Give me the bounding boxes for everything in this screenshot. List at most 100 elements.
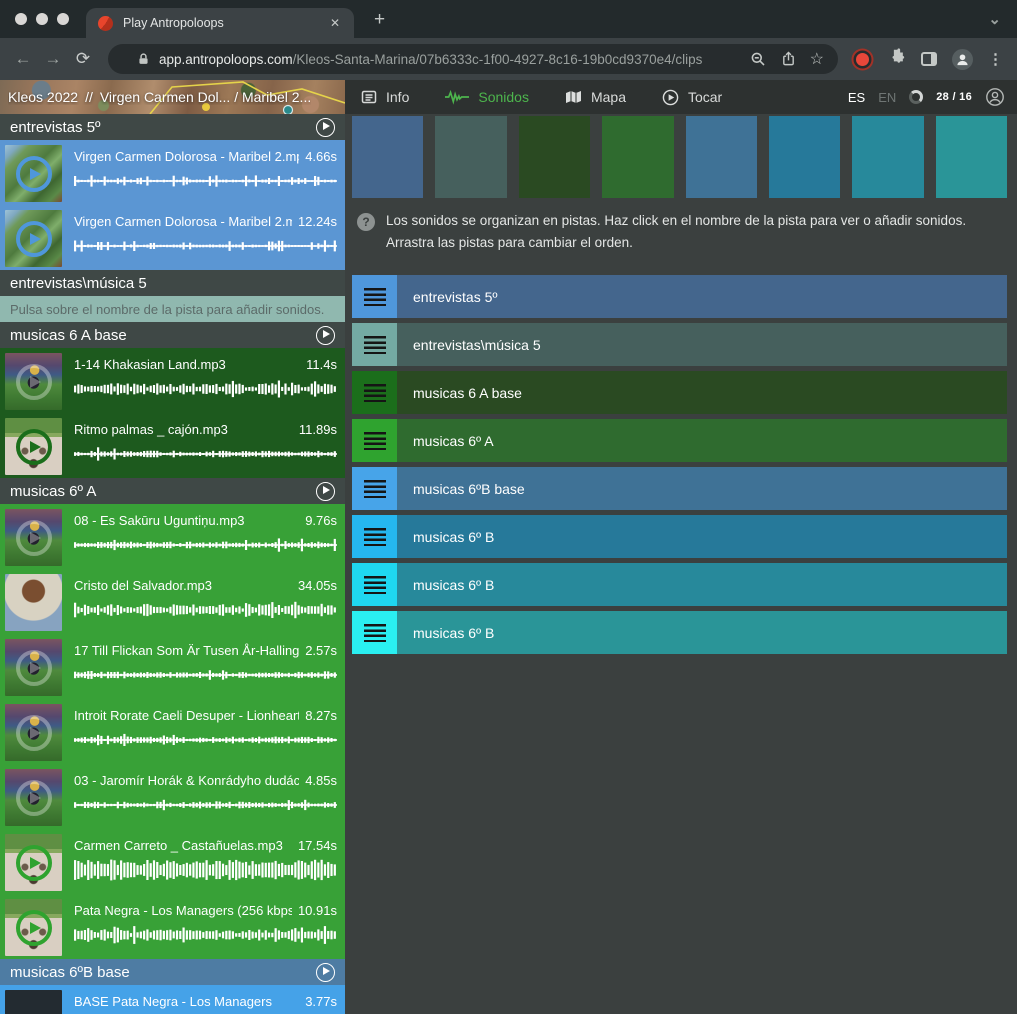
clip[interactable]: 03 - Jaromír Horák & Konrádyho dudácká .… — [0, 764, 345, 829]
info-list-icon — [361, 89, 377, 105]
bookmark-star-icon[interactable]: ☆ — [810, 49, 824, 69]
breadcrumb[interactable]: Kleos 2022 // Virgen Carmen Dol... / Mar… — [0, 80, 345, 114]
clip[interactable]: Pata Negra - Los Managers (256 kbps).mp3… — [0, 894, 345, 959]
track-color-swatch[interactable] — [519, 116, 590, 198]
clip[interactable]: BASE Pata Negra - Los Managers3.77s — [0, 985, 345, 1014]
nav-tab-info[interactable]: Info — [361, 89, 409, 105]
clip[interactable]: Introit Rorate Caeli Desuper - Lionheart… — [0, 699, 345, 764]
track-drag-handle[interactable] — [352, 371, 397, 414]
reload-button[interactable]: ⟳ — [68, 49, 98, 69]
track-row-name[interactable]: musicas 6 A base — [397, 371, 1007, 414]
track-row-name[interactable]: musicas 6º B — [397, 515, 1007, 558]
clip-play-overlay[interactable] — [5, 899, 62, 956]
track-header[interactable]: musicas 6º A — [0, 478, 345, 504]
track-play-button[interactable] — [316, 963, 335, 982]
clip-play-overlay[interactable] — [5, 353, 62, 410]
breadcrumb-path[interactable]: Virgen Carmen Dol... / Maribel 2... — [100, 89, 311, 105]
breadcrumb-project[interactable]: Kleos 2022 — [8, 89, 78, 105]
window-zoom-button[interactable] — [57, 13, 69, 25]
track-row[interactable]: musicas 6ºB base — [352, 467, 1007, 510]
track-color-swatch[interactable] — [936, 116, 1007, 198]
play-triangle-icon — [30, 792, 41, 804]
clip[interactable]: Virgen Carmen Dolorosa - Maribel 2.mp312… — [0, 205, 345, 270]
profile-avatar[interactable] — [952, 49, 973, 70]
track-header-name: musicas 6ºB base — [10, 964, 316, 981]
browser-tab[interactable]: Play Antropoloops ✕ — [86, 8, 354, 38]
track-play-button[interactable] — [316, 118, 335, 137]
zoom-icon[interactable] — [750, 51, 766, 67]
clip-play-overlay[interactable] — [5, 145, 62, 202]
address-bar[interactable]: app.antropoloops.com /Kleos-Santa-Marina… — [108, 44, 838, 74]
nav-tab-tocar[interactable]: Tocar — [662, 89, 722, 106]
account-icon[interactable] — [985, 87, 1005, 107]
track-row[interactable]: musicas 6º B — [352, 515, 1007, 558]
recording-indicator-icon[interactable] — [856, 53, 869, 66]
track-row[interactable]: musicas 6º A — [352, 419, 1007, 462]
new-tab-button[interactable]: + — [374, 10, 385, 29]
track-drag-handle[interactable] — [352, 323, 397, 366]
clip-play-overlay[interactable] — [5, 509, 62, 566]
clip[interactable]: 17 Till Flickan Som Är Tusen År-Halling … — [0, 634, 345, 699]
track-color-swatch[interactable] — [686, 116, 757, 198]
track-row[interactable]: musicas 6º B — [352, 563, 1007, 606]
track-drag-handle[interactable] — [352, 515, 397, 558]
track-color-swatch[interactable] — [435, 116, 506, 198]
clip[interactable]: Carmen Carreto _ Castañuelas.mp317.54s — [0, 829, 345, 894]
browser-menu-icon[interactable]: ⋮ — [988, 50, 1003, 68]
clip-play-overlay[interactable] — [5, 834, 62, 891]
track-row[interactable]: entrevistas 5º — [352, 275, 1007, 318]
track-drag-handle[interactable] — [352, 611, 397, 654]
clip[interactable]: 08 - Es Sakūru Uguntiņu.mp39.76s — [0, 504, 345, 569]
track-row-name[interactable]: musicas 6º B — [397, 611, 1007, 654]
track-header[interactable]: entrevistas\música 5 — [0, 270, 345, 296]
track-row-name[interactable]: entrevistas\música 5 — [397, 323, 1007, 366]
nav-tab-sonidos[interactable]: Sonidos — [445, 89, 529, 105]
track-color-swatch[interactable] — [852, 116, 923, 198]
clip-thumbnail — [5, 704, 62, 761]
track-row-name[interactable]: musicas 6º A — [397, 419, 1007, 462]
side-panel-icon[interactable] — [921, 52, 937, 66]
track-drag-handle[interactable] — [352, 467, 397, 510]
forward-button[interactable]: → — [38, 49, 68, 69]
nav-tab-mapa[interactable]: Mapa — [565, 89, 626, 105]
track-color-swatch[interactable] — [602, 116, 673, 198]
drag-handle-icon — [364, 288, 386, 306]
language-es-button[interactable]: ES — [848, 90, 865, 105]
language-en-button[interactable]: EN — [878, 90, 896, 105]
track-row-name[interactable]: musicas 6ºB base — [397, 467, 1007, 510]
extensions-puzzle-icon[interactable] — [889, 48, 906, 70]
clip-thumbnail — [5, 834, 62, 891]
track-play-button[interactable] — [316, 482, 335, 501]
track-row[interactable]: musicas 6º B — [352, 611, 1007, 654]
track-header[interactable]: musicas 6 A base — [0, 322, 345, 348]
track-drag-handle[interactable] — [352, 419, 397, 462]
track-drag-handle[interactable] — [352, 275, 397, 318]
track-row[interactable]: entrevistas\música 5 — [352, 323, 1007, 366]
tab-search-chevron-icon[interactable]: ⌄ — [988, 10, 1001, 28]
clip-play-overlay[interactable] — [5, 210, 62, 267]
clip-waveform — [74, 599, 337, 621]
clip[interactable]: 1-14 Khakasian Land.mp311.4s — [0, 348, 345, 413]
track-color-swatch[interactable] — [352, 116, 423, 198]
tab-close-icon[interactable]: ✕ — [328, 16, 342, 30]
window-minimize-button[interactable] — [36, 13, 48, 25]
track-row-name[interactable]: entrevistas 5º — [397, 275, 1007, 318]
share-icon[interactable] — [781, 51, 796, 67]
clip[interactable]: Cristo del Salvador.mp334.05s — [0, 569, 345, 634]
track-drag-handle[interactable] — [352, 563, 397, 606]
track-header[interactable]: musicas 6ºB base — [0, 959, 345, 985]
track-row[interactable]: musicas 6 A base — [352, 371, 1007, 414]
clip[interactable]: Virgen Carmen Dolorosa - Maribel 2.mp34.… — [0, 140, 345, 205]
back-button[interactable]: ← — [8, 49, 38, 69]
play-triangle-icon — [30, 168, 41, 180]
track-header[interactable]: entrevistas 5º — [0, 114, 345, 140]
window-close-button[interactable] — [15, 13, 27, 25]
clip-play-overlay[interactable] — [5, 639, 62, 696]
clip-play-overlay[interactable] — [5, 769, 62, 826]
clip[interactable]: Ritmo palmas _ cajón.mp311.89s — [0, 413, 345, 478]
clip-play-overlay[interactable] — [5, 704, 62, 761]
track-play-button[interactable] — [316, 326, 335, 345]
track-row-name[interactable]: musicas 6º B — [397, 563, 1007, 606]
track-color-swatch[interactable] — [769, 116, 840, 198]
clip-play-overlay[interactable] — [5, 418, 62, 475]
